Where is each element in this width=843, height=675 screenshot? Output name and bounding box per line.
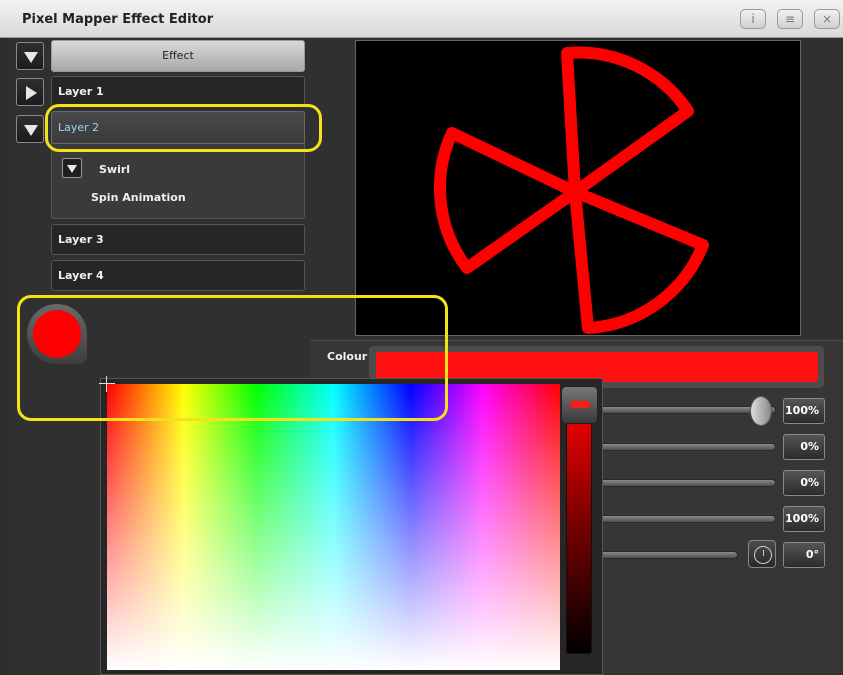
layer-row-1[interactable]: Layer 1 bbox=[51, 76, 305, 107]
chevron-down-icon bbox=[67, 165, 77, 173]
slider-track-4[interactable] bbox=[600, 515, 776, 523]
value-box-5[interactable]: 0° bbox=[783, 542, 825, 568]
brightness-knob-indicator bbox=[570, 401, 590, 408]
layer2-collapse-button[interactable] bbox=[16, 115, 44, 143]
slider-knob-1[interactable] bbox=[750, 396, 772, 426]
swirl-collapse-button[interactable] bbox=[62, 158, 82, 178]
effect-button[interactable]: Effect bbox=[51, 40, 305, 72]
value-box-1[interactable]: 100% bbox=[783, 398, 825, 424]
brightness-knob[interactable] bbox=[561, 386, 598, 424]
layer-row-4[interactable]: Layer 4 bbox=[51, 260, 305, 291]
value-box-2[interactable]: 0% bbox=[783, 434, 825, 460]
chevron-down-icon bbox=[24, 125, 38, 136]
clock-icon bbox=[754, 546, 772, 564]
brightness-slider[interactable] bbox=[566, 392, 592, 654]
spin-shape bbox=[433, 46, 709, 334]
spin-animation-label[interactable]: Spin Animation bbox=[91, 191, 186, 204]
effect-preview bbox=[355, 40, 801, 336]
slider-track-3[interactable] bbox=[600, 479, 776, 487]
close-button[interactable]: × bbox=[814, 9, 840, 29]
info-icon: i bbox=[751, 12, 755, 26]
info-button[interactable]: i bbox=[740, 9, 766, 29]
chevron-down-icon bbox=[24, 52, 38, 63]
slider-track-5[interactable] bbox=[600, 551, 738, 559]
value-box-4[interactable]: 100% bbox=[783, 506, 825, 532]
layer1-expand-button[interactable] bbox=[16, 78, 44, 106]
slider-track-2[interactable] bbox=[600, 443, 776, 451]
spin-blade-2 bbox=[433, 127, 581, 274]
effect-expand-button[interactable] bbox=[16, 42, 44, 70]
menu-button[interactable]: ≡ bbox=[777, 9, 803, 29]
swirl-label[interactable]: Swirl bbox=[99, 163, 130, 176]
spin-blade-3 bbox=[569, 186, 709, 334]
colour-highlight bbox=[17, 295, 448, 421]
value-box-3[interactable]: 0% bbox=[783, 470, 825, 496]
rotation-button[interactable] bbox=[748, 540, 776, 568]
menu-icon: ≡ bbox=[784, 12, 796, 26]
close-icon: × bbox=[821, 12, 833, 26]
chevron-right-icon bbox=[26, 86, 37, 100]
spin-blade-1 bbox=[561, 46, 694, 198]
hue-saturation-field[interactable] bbox=[107, 384, 560, 670]
layer2-highlight bbox=[45, 104, 322, 152]
layer-row-3[interactable]: Layer 3 bbox=[51, 224, 305, 255]
window-title: Pixel Mapper Effect Editor bbox=[22, 12, 214, 27]
